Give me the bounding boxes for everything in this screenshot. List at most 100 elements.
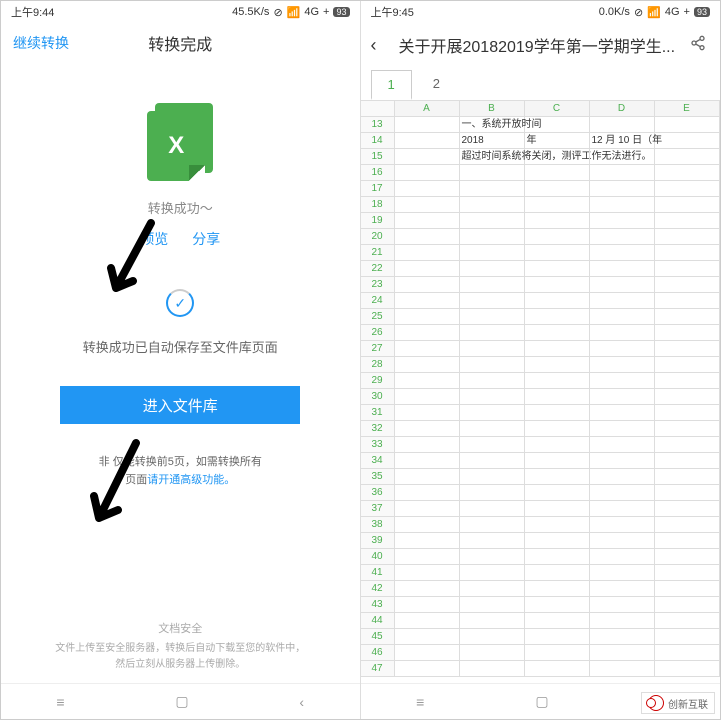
cell-B20[interactable] — [460, 229, 525, 244]
cell-C33[interactable] — [525, 437, 590, 452]
cell-C24[interactable] — [525, 293, 590, 308]
cell-A26[interactable] — [395, 325, 460, 340]
row-head-35[interactable]: 35 — [361, 469, 395, 484]
cell-C43[interactable] — [525, 597, 590, 612]
cell-B41[interactable] — [460, 565, 525, 580]
cell-E37[interactable] — [655, 501, 720, 516]
cell-B37[interactable] — [460, 501, 525, 516]
cell-D37[interactable] — [590, 501, 655, 516]
cell-B30[interactable] — [460, 389, 525, 404]
cell-A25[interactable] — [395, 309, 460, 324]
cell-D46[interactable] — [590, 645, 655, 660]
cell-C20[interactable] — [525, 229, 590, 244]
continue-convert-link[interactable]: 继续转换 — [13, 33, 69, 53]
cell-D32[interactable] — [590, 421, 655, 436]
cell-D45[interactable] — [590, 629, 655, 644]
cell-B45[interactable] — [460, 629, 525, 644]
cell-E38[interactable] — [655, 517, 720, 532]
cell-D41[interactable] — [590, 565, 655, 580]
cell-E39[interactable] — [655, 533, 720, 548]
cell-D20[interactable] — [590, 229, 655, 244]
cell-D23[interactable] — [590, 277, 655, 292]
cell-B35[interactable] — [460, 469, 525, 484]
cell-B13[interactable]: 一、系统开放时间 — [460, 117, 525, 132]
cell-C47[interactable] — [525, 661, 590, 676]
cell-E25[interactable] — [655, 309, 720, 324]
cell-D17[interactable] — [590, 181, 655, 196]
cell-A37[interactable] — [395, 501, 460, 516]
cell-A44[interactable] — [395, 613, 460, 628]
cell-E46[interactable] — [655, 645, 720, 660]
cell-C14[interactable]: 年 — [525, 133, 590, 148]
row-head-15[interactable]: 15 — [361, 149, 395, 164]
cell-A35[interactable] — [395, 469, 460, 484]
cell-E23[interactable] — [655, 277, 720, 292]
cell-A38[interactable] — [395, 517, 460, 532]
cell-D42[interactable] — [590, 581, 655, 596]
cell-B31[interactable] — [460, 405, 525, 420]
cell-A42[interactable] — [395, 581, 460, 596]
cell-E35[interactable] — [655, 469, 720, 484]
cell-C45[interactable] — [525, 629, 590, 644]
cell-D27[interactable] — [590, 341, 655, 356]
row-head-37[interactable]: 37 — [361, 501, 395, 516]
spreadsheet-grid[interactable]: ABCDE13一、系统开放时间142018年12 月 10 日（年15超过时间系… — [361, 101, 721, 683]
cell-B46[interactable] — [460, 645, 525, 660]
nav-back-icon[interactable]: ‹ — [299, 694, 304, 710]
cell-E17[interactable] — [655, 181, 720, 196]
sheet-tab-1[interactable]: 1 — [371, 70, 412, 100]
cell-A18[interactable] — [395, 197, 460, 212]
col-head-C[interactable]: C — [525, 101, 590, 116]
row-head-19[interactable]: 19 — [361, 213, 395, 228]
row-head-43[interactable]: 43 — [361, 597, 395, 612]
cell-A14[interactable] — [395, 133, 460, 148]
cell-A23[interactable] — [395, 277, 460, 292]
cell-E26[interactable] — [655, 325, 720, 340]
cell-C37[interactable] — [525, 501, 590, 516]
cell-A46[interactable] — [395, 645, 460, 660]
cell-A47[interactable] — [395, 661, 460, 676]
cell-D39[interactable] — [590, 533, 655, 548]
cell-B44[interactable] — [460, 613, 525, 628]
row-head-18[interactable]: 18 — [361, 197, 395, 212]
cell-A32[interactable] — [395, 421, 460, 436]
nav-home-icon[interactable]: ▢ — [175, 693, 188, 710]
cell-D22[interactable] — [590, 261, 655, 276]
preview-link[interactable]: 预览 — [140, 229, 168, 249]
row-head-32[interactable]: 32 — [361, 421, 395, 436]
cell-E27[interactable] — [655, 341, 720, 356]
row-head-22[interactable]: 22 — [361, 261, 395, 276]
cell-A45[interactable] — [395, 629, 460, 644]
cell-A36[interactable] — [395, 485, 460, 500]
cell-E47[interactable] — [655, 661, 720, 676]
cell-D28[interactable] — [590, 357, 655, 372]
cell-D16[interactable] — [590, 165, 655, 180]
cell-B23[interactable] — [460, 277, 525, 292]
enter-library-button[interactable]: 进入文件库 — [60, 386, 300, 424]
cell-A21[interactable] — [395, 245, 460, 260]
cell-D38[interactable] — [590, 517, 655, 532]
cell-D21[interactable] — [590, 245, 655, 260]
row-head-34[interactable]: 34 — [361, 453, 395, 468]
cell-D19[interactable] — [590, 213, 655, 228]
cell-C15[interactable] — [525, 149, 590, 164]
row-head-45[interactable]: 45 — [361, 629, 395, 644]
cell-E43[interactable] — [655, 597, 720, 612]
row-head-31[interactable]: 31 — [361, 405, 395, 420]
cell-C18[interactable] — [525, 197, 590, 212]
cell-A29[interactable] — [395, 373, 460, 388]
cell-C27[interactable] — [525, 341, 590, 356]
cell-B14[interactable]: 2018 — [460, 133, 525, 148]
cell-A24[interactable] — [395, 293, 460, 308]
cell-B33[interactable] — [460, 437, 525, 452]
row-head-20[interactable]: 20 — [361, 229, 395, 244]
cell-E34[interactable] — [655, 453, 720, 468]
cell-D34[interactable] — [590, 453, 655, 468]
cell-C13[interactable] — [525, 117, 590, 132]
cell-D44[interactable] — [590, 613, 655, 628]
sheet-tab-2[interactable]: 2 — [416, 69, 457, 98]
cell-A13[interactable] — [395, 117, 460, 132]
cell-B32[interactable] — [460, 421, 525, 436]
cell-E42[interactable] — [655, 581, 720, 596]
cell-C31[interactable] — [525, 405, 590, 420]
